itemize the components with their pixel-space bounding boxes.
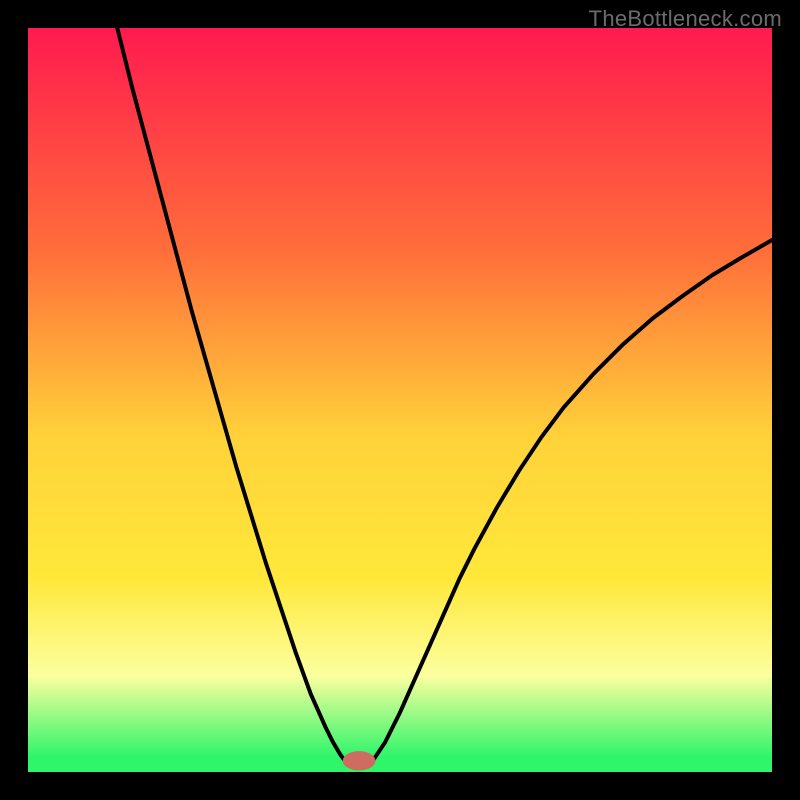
chart-svg	[28, 28, 772, 772]
chart-frame: TheBottleneck.com	[0, 0, 800, 800]
plot-area	[28, 28, 772, 772]
watermark-text: TheBottleneck.com	[589, 6, 782, 32]
optimal-marker	[343, 751, 376, 770]
gradient-background	[28, 28, 772, 772]
